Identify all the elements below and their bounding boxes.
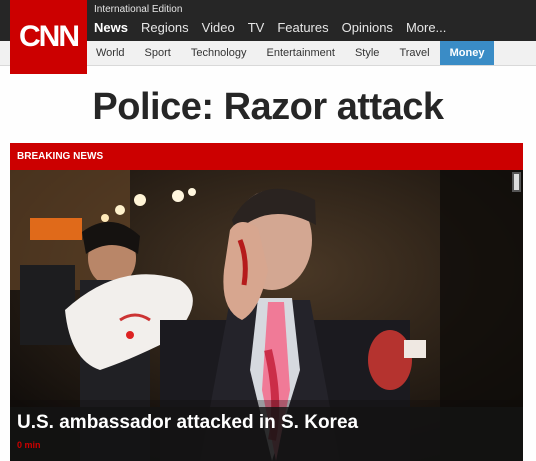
story-title[interactable]: U.S. ambassador attacked in S. Korea: [17, 412, 358, 434]
section-nav: World Sport Technology Entertainment Sty…: [86, 41, 495, 65]
nav-item-opinions[interactable]: Opinions: [342, 20, 393, 35]
nav-item-video[interactable]: Video: [202, 20, 235, 35]
nav-item-regions[interactable]: Regions: [141, 20, 189, 35]
subnav-item-world[interactable]: World: [86, 41, 135, 65]
subnav-item-entertainment[interactable]: Entertainment: [256, 41, 344, 65]
story-caption[interactable]: U.S. ambassador attacked in S. Korea 0 m…: [10, 407, 523, 461]
main-nav: News Regions Video TV Features Opinions …: [94, 20, 446, 35]
subnav-item-technology[interactable]: Technology: [181, 41, 257, 65]
credit-icon: [512, 172, 521, 192]
edition-label[interactable]: International Edition: [94, 4, 182, 15]
subnav-item-sport[interactable]: Sport: [135, 41, 181, 65]
subnav-item-style[interactable]: Style: [345, 41, 389, 65]
nav-item-more[interactable]: More...: [406, 20, 446, 35]
nav-item-news[interactable]: News: [94, 20, 128, 35]
photo-credit-mark: [512, 172, 521, 192]
nav-item-tv[interactable]: TV: [248, 20, 265, 35]
subnav-item-money[interactable]: Money: [439, 41, 495, 65]
breaking-news-label: BREAKING NEWS: [17, 151, 104, 162]
cnn-logo[interactable]: CNN: [10, 0, 87, 74]
nav-item-features[interactable]: Features: [277, 20, 328, 35]
page-headline[interactable]: Police: Razor attack: [0, 86, 536, 129]
logo-text: CNN: [19, 20, 80, 53]
subnav-item-travel[interactable]: Travel: [389, 41, 439, 65]
story-timestamp: 0 min: [17, 440, 41, 450]
breaking-news-bar: BREAKING NEWS: [10, 143, 523, 170]
